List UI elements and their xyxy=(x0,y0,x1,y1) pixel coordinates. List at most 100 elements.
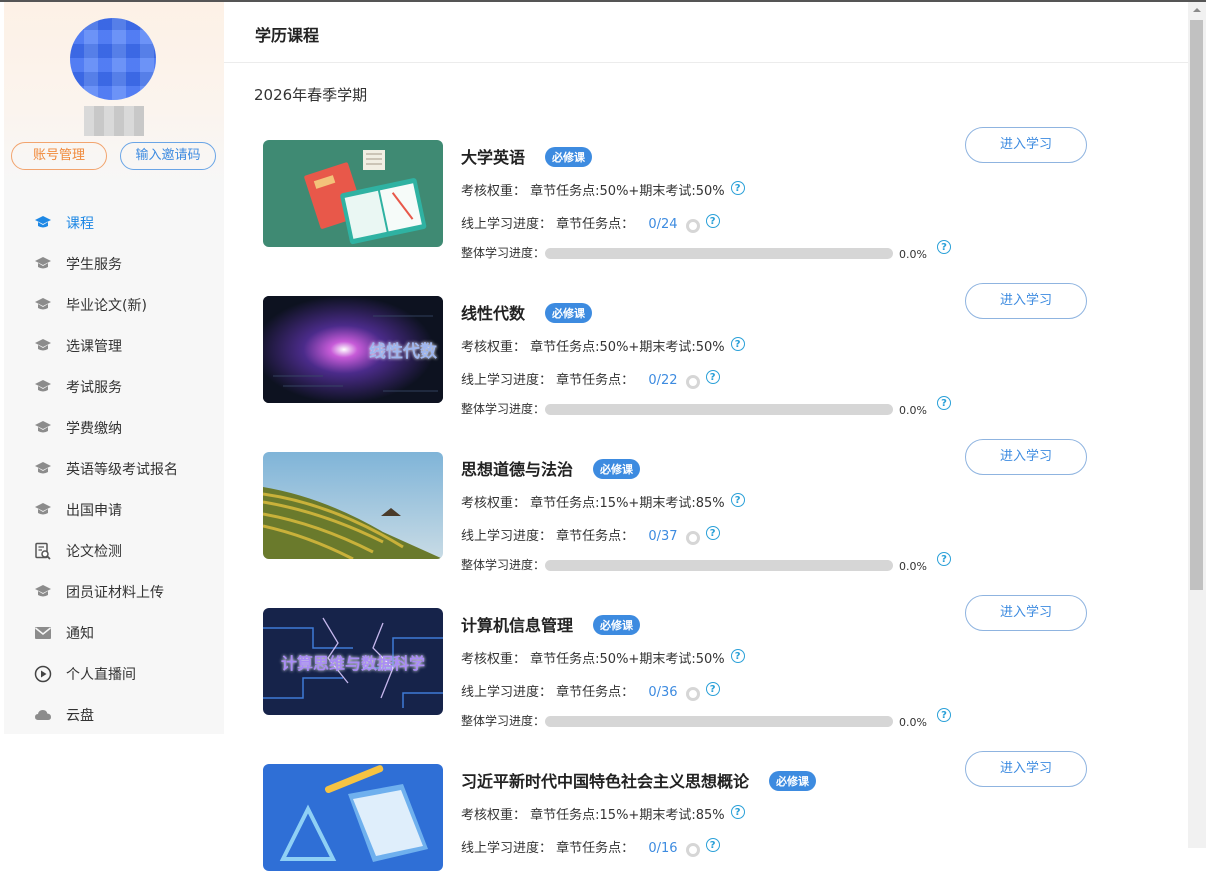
exam-icon xyxy=(34,378,52,396)
sidebar-item-exam[interactable]: 考试服务 xyxy=(4,366,224,407)
help-icon[interactable]: ? xyxy=(705,526,720,540)
progress-ring-icon xyxy=(685,375,700,389)
sidebar-item-label: 论文检测 xyxy=(66,543,122,560)
progress-ring-icon xyxy=(685,843,700,857)
course-title[interactable]: 习近平新时代中国特色社会主义思想概论 必修课 xyxy=(461,768,817,792)
sidebar-item-play[interactable]: 个人直播间 xyxy=(4,653,224,694)
enter-study-button[interactable]: 进入学习 xyxy=(965,283,1087,319)
online-label: 线上学习进度： xyxy=(461,841,553,856)
progress-bar xyxy=(545,248,893,259)
sidebar-item-english-exam[interactable]: 英语等级考试报名 xyxy=(4,448,224,489)
sidebar-item-cloud[interactable]: 云盘 xyxy=(4,694,224,735)
sidebar-item-thesis[interactable]: 毕业论文(新) xyxy=(4,284,224,325)
overall-progress: 整体学习进度： 0.0% ? xyxy=(461,708,951,729)
weight-value: 章节任务点:50%+期末考试:50% xyxy=(530,652,725,667)
enter-study-button[interactable]: 进入学习 xyxy=(965,751,1087,787)
weight-label: 考核权重： xyxy=(461,652,527,667)
course-thumbnail[interactable] xyxy=(263,764,443,871)
overall-label: 整体学习进度： xyxy=(461,714,546,728)
sidebar-item-tuition[interactable]: 学费缴纳 xyxy=(4,407,224,448)
course-title-text[interactable]: 线性代数 xyxy=(461,304,525,323)
course-title-text[interactable]: 思想道德与法治 xyxy=(461,460,573,479)
task-point-label: 章节任务点： xyxy=(556,217,635,232)
online-label: 线上学习进度： xyxy=(461,685,553,700)
sidebar-item-abroad[interactable]: 出国申请 xyxy=(4,489,224,530)
course-title-text[interactable]: 计算机信息管理 xyxy=(461,616,573,635)
scrollbar[interactable] xyxy=(1188,2,1206,848)
sidebar-item-course[interactable]: 课程 xyxy=(4,202,224,243)
course-card: 大学英语 必修课 考核权重： 章节任务点:50%+期末考试:50%? 线上学习进度… xyxy=(262,127,1112,270)
avatar[interactable] xyxy=(70,18,156,100)
help-icon[interactable]: ? xyxy=(730,181,745,195)
service-icon xyxy=(34,255,52,273)
help-icon[interactable]: ? xyxy=(705,682,720,696)
sidebar-item-course-select[interactable]: 选课管理 xyxy=(4,325,224,366)
progress-bar xyxy=(545,716,893,727)
course-title-text[interactable]: 习近平新时代中国特色社会主义思想概论 xyxy=(461,772,749,791)
course-title-text[interactable]: 大学英语 xyxy=(461,148,525,167)
course-card: 线性代数 线性代数 必修课 考核权重： 章节任务点:50%+期末考试:50%? 线… xyxy=(262,283,1112,426)
sidebar-item-label: 学生服务 xyxy=(66,256,122,273)
account-manage-button[interactable]: 账号管理 xyxy=(11,142,107,170)
mail-icon xyxy=(34,624,52,642)
play-icon xyxy=(34,665,52,683)
help-icon[interactable]: ? xyxy=(705,214,720,228)
thesis-icon xyxy=(34,296,52,314)
semester-label: 2026年春季学期 xyxy=(254,86,368,104)
help-icon[interactable]: ? xyxy=(937,552,951,566)
task-point-label: 章节任务点： xyxy=(556,841,635,856)
required-badge: 必修课 xyxy=(545,147,593,167)
help-icon[interactable]: ? xyxy=(937,396,951,410)
help-icon[interactable]: ? xyxy=(937,240,951,254)
abroad-icon xyxy=(34,501,52,519)
overall-progress: 整体学习进度： 0.0% ? xyxy=(461,552,951,573)
task-count: 0/37 xyxy=(648,529,678,544)
progress-percent: 0.0% xyxy=(899,404,927,417)
course-thumbnail[interactable]: 线性代数 xyxy=(263,296,443,403)
course-title[interactable]: 计算机信息管理 必修课 xyxy=(461,612,641,636)
online-progress: 线上学习进度： 章节任务点： 0/24 ? xyxy=(461,213,720,233)
scroll-thumb[interactable] xyxy=(1190,20,1203,590)
overall-label: 整体学习进度： xyxy=(461,402,546,416)
online-progress: 线上学习进度： 章节任务点： 0/36 ? xyxy=(461,681,720,701)
upload-icon xyxy=(34,583,52,601)
scroll-up-arrow-icon[interactable] xyxy=(1188,2,1206,18)
task-point-label: 章节任务点： xyxy=(556,373,635,388)
task-count: 0/24 xyxy=(648,217,678,232)
sidebar-item-label: 学费缴纳 xyxy=(66,420,122,437)
username-blurred xyxy=(84,106,144,136)
help-icon[interactable]: ? xyxy=(705,838,720,852)
sidebar-item-label: 毕业论文(新) xyxy=(66,297,147,314)
help-icon[interactable]: ? xyxy=(730,337,745,351)
weight-label: 考核权重： xyxy=(461,808,527,823)
course-icon xyxy=(34,214,52,232)
course-thumbnail[interactable] xyxy=(263,140,443,247)
sidebar-item-service[interactable]: 学生服务 xyxy=(4,243,224,284)
sidebar-item-mail[interactable]: 通知 xyxy=(4,612,224,653)
enter-study-button[interactable]: 进入学习 xyxy=(965,595,1087,631)
weight-label: 考核权重： xyxy=(461,496,527,511)
help-icon[interactable]: ? xyxy=(937,708,951,722)
help-icon[interactable]: ? xyxy=(730,493,745,507)
help-icon[interactable]: ? xyxy=(730,649,745,663)
course-title[interactable]: 思想道德与法治 必修课 xyxy=(461,456,641,480)
sidebar-item-upload[interactable]: 团员证材料上传 xyxy=(4,571,224,612)
overall-label: 整体学习进度： xyxy=(461,246,546,260)
course-title[interactable]: 大学英语 必修课 xyxy=(461,144,593,168)
weight-label: 考核权重： xyxy=(461,184,527,199)
course-thumbnail[interactable] xyxy=(263,452,443,559)
enter-study-button[interactable]: 进入学习 xyxy=(965,439,1087,475)
course-thumbnail[interactable]: 计算思维与数据科学 xyxy=(263,608,443,715)
task-point-label: 章节任务点： xyxy=(556,529,635,544)
task-count: 0/16 xyxy=(648,841,678,856)
enter-study-button[interactable]: 进入学习 xyxy=(965,127,1087,163)
sidebar-nav: 课程学生服务毕业论文(新) 选课管理 考试服务学费缴纳英语等级考试报名 出国申请论文检… xyxy=(4,202,224,735)
assessment-weight: 考核权重： 章节任务点:15%+期末考试:85%? xyxy=(461,804,745,823)
progress-ring-icon xyxy=(685,687,700,701)
invite-code-button[interactable]: 输入邀请码 xyxy=(120,142,216,170)
course-title[interactable]: 线性代数 必修课 xyxy=(461,300,593,324)
help-icon[interactable]: ? xyxy=(730,805,745,819)
online-progress: 线上学习进度： 章节任务点： 0/37 ? xyxy=(461,525,720,545)
sidebar-item-document-search[interactable]: 论文检测 xyxy=(4,530,224,571)
help-icon[interactable]: ? xyxy=(705,370,720,384)
